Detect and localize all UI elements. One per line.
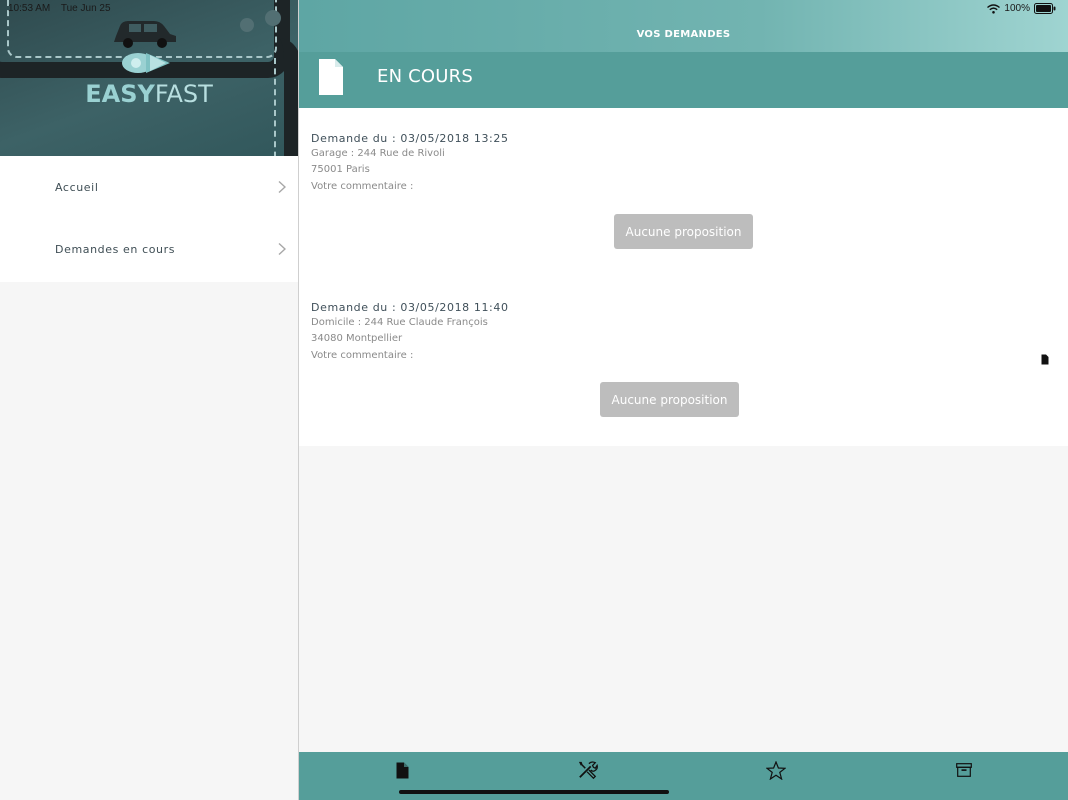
sidebar-banner: EASYFAST 10:53 AM Tue Jun 25	[0, 0, 298, 156]
home-indicator[interactable]	[399, 790, 669, 794]
request-comment: Votre commentaire :	[311, 181, 414, 192]
tab-bar	[299, 752, 1068, 800]
main-panel: VOS DEMANDES 100% EN COURS Demande du: …	[299, 0, 1068, 800]
section-title: EN COURS	[377, 66, 474, 87]
page-title: VOS DEMANDES	[636, 29, 731, 40]
request-comment: Votre commentaire :	[311, 350, 414, 361]
status-bar-left: 10:53 AM Tue Jun 25	[8, 3, 119, 14]
sidebar-item-demandes[interactable]: Demandes en cours	[0, 218, 298, 280]
request-card: Demande du : 03/05/2018 13:25 Garage : 2…	[299, 108, 1068, 278]
document-icon	[396, 762, 408, 778]
battery-percent: 100%	[1004, 3, 1030, 14]
sidebar-item-label: Demandes en cours	[55, 242, 176, 256]
app-screen: EASYFAST 10:53 AM Tue Jun 25 Accueil Dem…	[0, 0, 1068, 800]
request-date: Demande du : 03/05/2018 11:40	[311, 301, 509, 314]
chevron-right-icon	[278, 180, 286, 194]
nav-bar: VOS DEMANDES 100%	[299, 0, 1068, 52]
battery-icon	[1034, 3, 1056, 14]
no-proposal-button[interactable]: Aucune proposition	[600, 382, 739, 417]
location-pin-icon	[122, 53, 170, 73]
section-header: EN COURS	[299, 52, 1068, 108]
request-address: Domicile : 244 Rue Claude François	[311, 317, 488, 328]
tab-requests[interactable]	[392, 760, 412, 780]
car-icon	[114, 21, 176, 48]
request-address: Garage : 244 Rue de Rivoli	[311, 148, 445, 159]
document-icon[interactable]	[1041, 354, 1049, 365]
sidebar-menu: Accueil Demandes en cours	[0, 156, 298, 282]
brand-part2: FAST	[154, 80, 213, 108]
status-bar-right: 100%	[987, 3, 1056, 14]
decor-dot	[265, 10, 281, 26]
request-date: Demande du : 03/05/2018 13:25	[311, 132, 509, 145]
star-icon	[766, 760, 786, 780]
sidebar-item-label: Accueil	[55, 180, 99, 194]
chevron-right-icon	[278, 242, 286, 256]
brand-logo: EASYFAST	[0, 80, 298, 108]
sidebar-item-accueil[interactable]: Accueil	[0, 156, 298, 218]
tab-archive[interactable]	[954, 760, 974, 780]
status-time: 10:53 AM	[8, 3, 51, 14]
wifi-icon	[987, 3, 1001, 14]
decor-dot	[240, 18, 254, 32]
tab-favorites[interactable]	[766, 760, 786, 780]
request-list: Demande du : 03/05/2018 13:25 Garage : 2…	[299, 108, 1068, 446]
tools-icon	[578, 761, 598, 780]
request-card: Demande du : 03/05/2018 11:40 Domicile :…	[299, 278, 1068, 446]
archive-icon	[956, 763, 972, 777]
sidebar: EASYFAST 10:53 AM Tue Jun 25 Accueil Dem…	[0, 0, 298, 800]
brand-part1: EASY	[85, 80, 155, 108]
request-city: 75001 Paris	[311, 164, 370, 175]
request-city: 34080 Montpellier	[311, 333, 403, 344]
document-icon	[319, 59, 343, 95]
tab-services[interactable]	[578, 760, 598, 780]
status-date: Tue Jun 25	[60, 3, 111, 14]
no-proposal-button[interactable]: Aucune proposition	[614, 214, 753, 249]
